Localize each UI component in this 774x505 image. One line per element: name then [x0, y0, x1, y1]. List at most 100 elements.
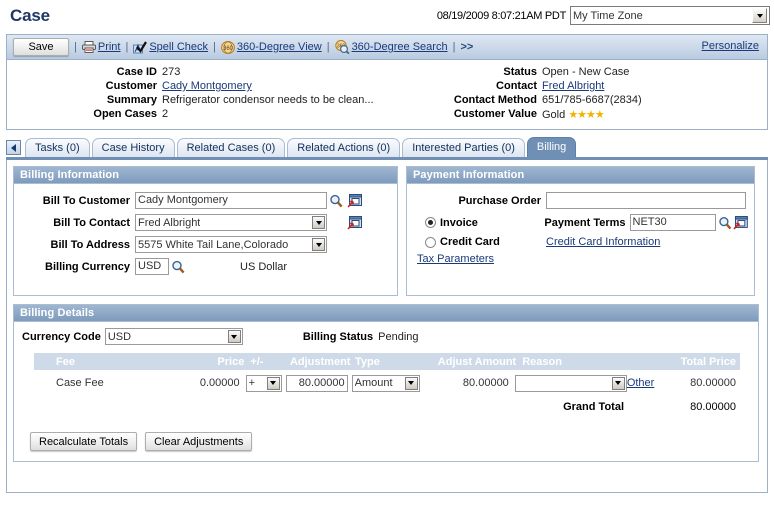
credit-card-radio[interactable]: [425, 236, 436, 248]
printer-icon: [81, 41, 96, 53]
invoice-option[interactable]: Invoice: [413, 217, 539, 229]
billing-status-value: Pending: [378, 330, 419, 343]
chevron-down-icon: [312, 216, 325, 229]
col-header-adjust-amount: Adjust Amount: [437, 355, 517, 368]
type-select[interactable]: Amount: [351, 374, 420, 392]
current-datetime: 08/19/2009 8:07:21AM PDT: [436, 9, 566, 22]
bill-to-customer-input[interactable]: Cady Montgomery: [135, 192, 327, 209]
view-360-action[interactable]: 360 360-Degree View: [221, 40, 322, 54]
case-id-label: Case ID: [116, 66, 157, 78]
payment-terms-input[interactable]: NET30: [629, 214, 717, 231]
billing-currency-description: US Dollar: [240, 260, 288, 273]
billing-details-title: Billing Details: [14, 305, 758, 322]
invoice-radio[interactable]: [425, 217, 436, 228]
billing-information-body: Bill To Customer Cady Montgomery Bill To…: [14, 184, 397, 283]
open-new-window-icon[interactable]: [347, 215, 362, 230]
search-360-link[interactable]: 360-Degree Search: [352, 41, 448, 53]
credit-card-information-link[interactable]: Credit Card Information: [546, 236, 660, 248]
contact-label: Contact: [496, 80, 537, 92]
case-summary-panel: Case ID 273 Customer Cady Montgomery Sum…: [6, 59, 768, 130]
bill-to-address-value: 5575 White Tail Lane,Colorado: [138, 238, 289, 251]
col-header-type: Type: [355, 355, 380, 368]
summary-right-column: Status Open - New Case Contact Fred Albr…: [437, 66, 642, 121]
bill-to-contact-select[interactable]: Fred Albright: [135, 214, 327, 231]
invoice-label: Invoice: [440, 216, 478, 229]
billing-currency-label: Billing Currency: [45, 260, 130, 273]
open-new-window-icon[interactable]: [733, 215, 748, 230]
customer-value-value: Gold ★★★★: [542, 108, 642, 121]
toolbar-separator: |: [74, 41, 77, 53]
grand-total-label: Grand Total: [563, 401, 625, 413]
personalize-link[interactable]: Personalize: [702, 40, 759, 52]
spell-check-icon: [133, 40, 148, 53]
reason-select[interactable]: [514, 374, 627, 392]
tab-case-history[interactable]: Case History: [91, 138, 175, 157]
billing-currency-input[interactable]: USD: [135, 258, 169, 275]
print-action[interactable]: Print: [81, 41, 121, 53]
status-label: Status: [503, 66, 537, 78]
tax-parameters-link[interactable]: Tax Parameters: [417, 253, 494, 265]
tab-related-cases[interactable]: Related Cases (0): [176, 138, 286, 157]
grand-total-value: 80.00000: [690, 401, 736, 413]
col-header-adjustment: Adjustment: [289, 355, 351, 368]
recalculate-totals-button[interactable]: Recalculate Totals: [30, 432, 138, 451]
grand-total-row: Grand Total 80.00000: [34, 396, 740, 418]
tab-scroll-left-button[interactable]: [6, 140, 21, 155]
page-title: Case: [10, 6, 50, 25]
chevron-left-icon: [11, 143, 16, 152]
tab-related-actions[interactable]: Related Actions (0): [287, 138, 401, 157]
save-button[interactable]: Save: [13, 38, 69, 56]
purchase-order-input[interactable]: [546, 192, 746, 209]
billing-status-label: Billing Status: [302, 330, 374, 343]
billing-currency-row: Billing Currency USD US Dollar: [20, 258, 391, 275]
tab-billing[interactable]: Billing: [526, 137, 577, 157]
credit-card-option[interactable]: Credit Card: [413, 236, 541, 248]
lookup-icon[interactable]: [171, 260, 185, 274]
contact-value-link[interactable]: Fred Albright: [542, 80, 642, 92]
billing-grid-header: Fee Price +/- Adjustment Type Adjust Amo…: [34, 353, 740, 370]
spell-check-link[interactable]: Spell Check: [149, 41, 208, 53]
360-degree-view-icon: 360: [221, 40, 235, 54]
bill-to-contact-row: Bill To Contact Fred Albright: [20, 214, 391, 231]
more-actions-button[interactable]: >>: [460, 41, 473, 53]
payment-information-title: Payment Information: [407, 167, 754, 184]
clear-adjustments-button[interactable]: Clear Adjustments: [145, 432, 253, 451]
plus-minus-select[interactable]: +: [245, 374, 282, 392]
lookup-icon[interactable]: [718, 216, 732, 230]
chevron-down-icon: [404, 376, 418, 390]
tab-interested-parties[interactable]: Interested Parties (0): [402, 138, 525, 157]
lookup-icon[interactable]: [329, 194, 343, 208]
customer-label: Customer: [105, 80, 157, 92]
view-360-link[interactable]: 360-Degree View: [237, 41, 322, 53]
plus-minus-value: +: [248, 377, 256, 389]
cell-price: 0.00000: [199, 377, 240, 389]
contact-method-value: 651/785-6687(2834): [542, 94, 642, 106]
currency-code-value: USD: [107, 330, 132, 343]
360-degree-search-icon: 360: [334, 40, 350, 54]
cell-fee: Case Fee: [56, 377, 104, 389]
status-value: Open - New Case: [542, 66, 630, 78]
print-link[interactable]: Print: [98, 41, 121, 53]
tab-tasks[interactable]: Tasks (0): [25, 138, 90, 157]
chevron-down-icon: [227, 330, 241, 343]
timezone-select[interactable]: My Time Zone: [570, 6, 770, 25]
adjustment-input[interactable]: 80.00000: [285, 374, 348, 392]
spell-check-action[interactable]: Spell Check: [133, 40, 208, 54]
toolbar-separator-4: |: [326, 41, 330, 53]
other-reason-link[interactable]: Other: [627, 377, 655, 389]
timezone-value: My Time Zone: [573, 9, 643, 22]
bill-to-address-select[interactable]: 5575 White Tail Lane,Colorado: [135, 236, 327, 253]
open-new-window-icon[interactable]: [347, 193, 362, 208]
summary-label: Summary: [106, 94, 157, 106]
search-360-action[interactable]: 360 360-Degree Search: [334, 40, 448, 54]
table-row: Case Fee 0.00000 + 80.00000 Amount 80.00…: [34, 370, 740, 396]
summary-left-column: Case ID 273 Customer Cady Montgomery Sum…: [7, 66, 437, 121]
toolbar-separator-2: |: [125, 41, 129, 53]
customer-value-link[interactable]: Cady Montgomery: [162, 80, 374, 92]
currency-code-label: Currency Code: [22, 330, 101, 343]
invoice-payment-terms-row: Invoice Payment Terms NET30: [413, 214, 748, 231]
open-cases-value: 2: [162, 108, 169, 120]
chevron-down-icon: [611, 376, 625, 390]
currency-code-select[interactable]: USD: [104, 328, 243, 345]
payment-information-body: Purchase Order Invoice Payment Terms NET…: [407, 184, 754, 273]
